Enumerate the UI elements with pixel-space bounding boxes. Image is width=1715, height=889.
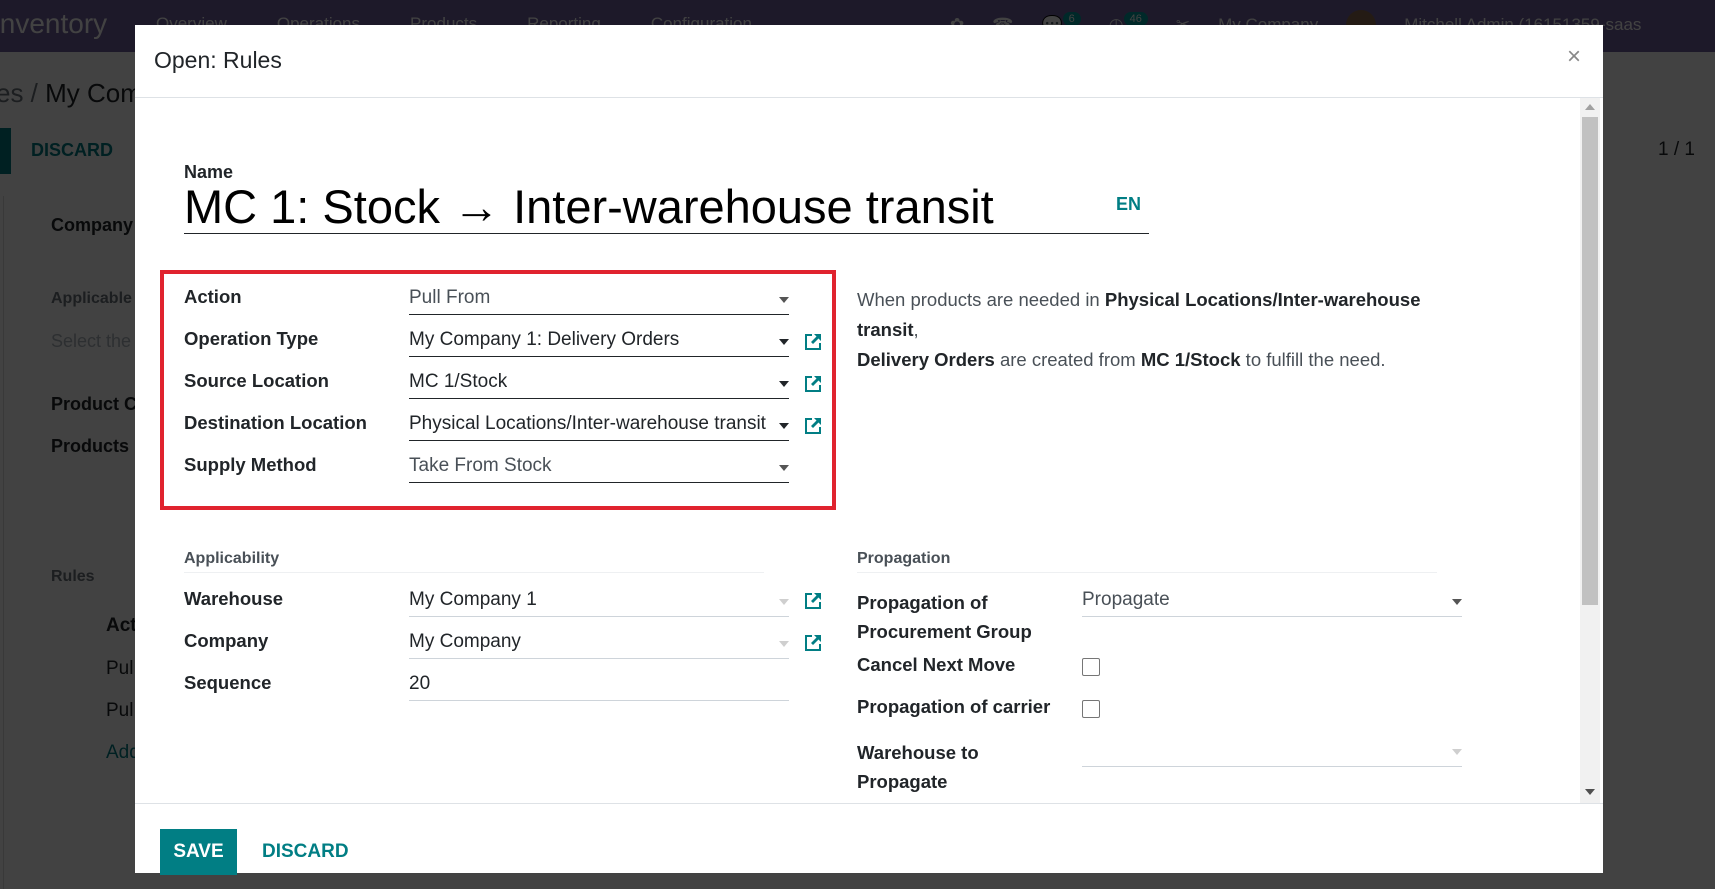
action-value: Pull From bbox=[409, 287, 491, 308]
sequence-input[interactable]: 20 bbox=[409, 669, 789, 701]
source-location-select[interactable]: MC 1/Stock bbox=[409, 367, 789, 399]
source-location-value: MC 1/Stock bbox=[409, 371, 508, 392]
destination-location-label: Destination Location bbox=[184, 412, 367, 433]
company-value: My Company bbox=[409, 631, 521, 652]
external-link-icon[interactable] bbox=[803, 633, 823, 653]
supply-method-value: Take From Stock bbox=[409, 455, 552, 476]
close-icon[interactable]: × bbox=[1567, 43, 1581, 71]
dialog-title: Open: Rules bbox=[154, 47, 282, 73]
help-source: MC 1/Stock bbox=[1140, 349, 1241, 370]
supply-method-label: Supply Method bbox=[184, 454, 317, 475]
chevron-down-icon bbox=[779, 423, 789, 429]
applicability-separator bbox=[184, 572, 764, 573]
external-link-icon[interactable] bbox=[803, 332, 823, 352]
dialog-scrollbar[interactable] bbox=[1580, 98, 1600, 803]
propagation-carrier-label: Propagation of carrier bbox=[857, 696, 1051, 717]
operation-type-select[interactable]: My Company 1: Delivery Orders bbox=[409, 325, 789, 357]
dialog-header: Open: Rules × bbox=[135, 25, 1603, 98]
chevron-down-icon bbox=[779, 297, 789, 303]
warehouse-select[interactable]: My Company 1 bbox=[409, 585, 789, 617]
save-button[interactable]: SAVE bbox=[160, 829, 237, 875]
chevron-down-icon bbox=[1452, 599, 1462, 605]
propagation-group-title: Propagation bbox=[857, 550, 951, 567]
action-label: Action bbox=[184, 286, 242, 307]
operation-type-value: My Company 1: Delivery Orders bbox=[409, 329, 680, 350]
scrollbar-thumb[interactable] bbox=[1582, 117, 1598, 605]
cancel-next-move-checkbox[interactable] bbox=[1082, 658, 1100, 676]
warehouse-value: My Company 1 bbox=[409, 589, 537, 610]
propagation-separator bbox=[857, 572, 1437, 573]
source-location-label: Source Location bbox=[184, 370, 329, 391]
scroll-up-arrow-icon[interactable] bbox=[1585, 104, 1595, 110]
warehouse-to-propagate-label: Warehouse to Propagate bbox=[857, 742, 979, 792]
dialog-footer: SAVE DISCARD bbox=[135, 803, 1603, 875]
rule-help-text: When products are needed in Physical Loc… bbox=[857, 285, 1437, 375]
chevron-down-icon bbox=[779, 465, 789, 471]
destination-location-select[interactable]: Physical Locations/Inter-warehouse trans… bbox=[409, 409, 789, 441]
operation-type-label: Operation Type bbox=[184, 328, 319, 349]
external-link-icon[interactable] bbox=[803, 591, 823, 611]
action-select[interactable]: Pull From bbox=[409, 283, 789, 315]
help-operation: Delivery Orders bbox=[857, 349, 995, 370]
procurement-group-value: Propagate bbox=[1082, 589, 1170, 610]
help-text-part: to fulfill the need. bbox=[1240, 349, 1386, 370]
external-link-icon[interactable] bbox=[803, 416, 823, 436]
discard-button[interactable]: DISCARD bbox=[262, 841, 349, 863]
company-select[interactable]: My Company bbox=[409, 627, 789, 659]
warehouse-to-propagate-select[interactable] bbox=[1082, 735, 1462, 767]
external-link-icon[interactable] bbox=[803, 374, 823, 394]
destination-location-value: Physical Locations/Inter-warehouse trans… bbox=[409, 413, 766, 434]
translate-language-button[interactable]: EN bbox=[1116, 194, 1141, 215]
company-label: Company bbox=[184, 630, 269, 651]
chevron-down-icon bbox=[1452, 749, 1462, 755]
sequence-value: 20 bbox=[409, 673, 431, 694]
chevron-down-icon bbox=[779, 339, 789, 345]
sequence-label: Sequence bbox=[184, 672, 272, 693]
warehouse-label: Warehouse bbox=[184, 588, 284, 609]
help-text-part: When products are needed in bbox=[857, 289, 1105, 310]
name-input[interactable]: MC 1: Stock → Inter-warehouse transit bbox=[184, 183, 1149, 234]
chevron-down-icon bbox=[779, 641, 789, 647]
chevron-down-icon bbox=[779, 599, 789, 605]
supply-method-select[interactable]: Take From Stock bbox=[409, 451, 789, 483]
chevron-down-icon bbox=[779, 381, 789, 387]
procurement-group-select[interactable]: Propagate bbox=[1082, 585, 1462, 617]
help-text-part: are created from bbox=[994, 349, 1141, 370]
rules-dialog: Open: Rules × Name MC 1: Stock → Inter-w… bbox=[135, 25, 1603, 875]
cancel-next-move-label: Cancel Next Move bbox=[857, 654, 1016, 675]
help-text-part: , bbox=[913, 319, 919, 340]
propagation-carrier-checkbox[interactable] bbox=[1082, 700, 1100, 718]
procurement-group-label: Propagation of Procurement Group bbox=[857, 592, 1032, 642]
dialog-body: Name MC 1: Stock → Inter-warehouse trans… bbox=[135, 98, 1603, 803]
applicability-group-title: Applicability bbox=[184, 550, 280, 567]
scroll-down-arrow-icon[interactable] bbox=[1585, 789, 1595, 795]
